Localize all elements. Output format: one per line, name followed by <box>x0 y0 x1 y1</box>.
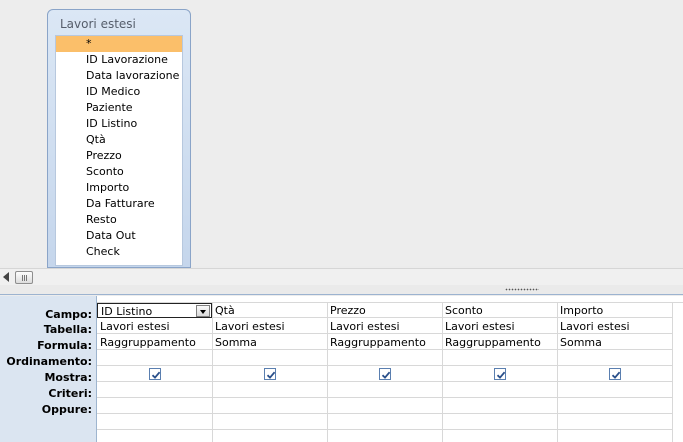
field-item[interactable]: Qtà <box>56 132 182 148</box>
cell-mostra[interactable] <box>97 367 212 382</box>
cell-criteri[interactable] <box>442 383 557 398</box>
cell-ordinamento[interactable] <box>97 351 212 366</box>
cell-ordinamento[interactable] <box>327 351 442 366</box>
row-label-oppure: Oppure: <box>41 403 92 416</box>
cell-ordinamento[interactable] <box>442 351 557 366</box>
cell-extra1[interactable] <box>212 415 327 430</box>
splitter-grip-icon[interactable] <box>505 288 539 291</box>
cell-extra1[interactable] <box>442 415 557 430</box>
field-item[interactable]: Sconto <box>56 164 182 180</box>
field-list[interactable]: * ID Lavorazione Data lavorazione ID Medico… <box>55 35 183 266</box>
cell-tabella[interactable]: Lavori estesi <box>212 319 327 334</box>
cell-oppure[interactable] <box>97 399 212 414</box>
field-item[interactable]: Da Fatturare <box>56 196 182 212</box>
horizontal-scrollbar[interactable] <box>0 268 683 285</box>
pane-splitter[interactable] <box>0 285 683 295</box>
table-field-list-window[interactable]: Lavori estesi * ID Lavorazione Data lavora… <box>47 9 191 268</box>
cell-formula[interactable]: Raggruppamento <box>327 335 442 350</box>
cell-formula[interactable]: Somma <box>212 335 327 350</box>
cell-tabella[interactable]: Lavori estesi <box>327 319 442 334</box>
field-item[interactable]: Data Out <box>56 228 182 244</box>
show-checkbox[interactable] <box>264 368 276 380</box>
cell-campo[interactable]: Importo <box>557 303 672 318</box>
show-checkbox[interactable] <box>494 368 506 380</box>
cell-oppure[interactable] <box>327 399 442 414</box>
cell-mostra[interactable] <box>327 367 442 382</box>
cell-criteri[interactable] <box>212 383 327 398</box>
cell-tabella[interactable]: Lavori estesi <box>97 319 212 334</box>
row-label-formula: Formula: <box>37 339 92 352</box>
cell-criteri[interactable] <box>557 383 672 398</box>
scroll-left-arrow-icon[interactable] <box>3 272 9 282</box>
grid-columns: ID Listino Lavori estesi Raggruppamento Qtà… <box>97 296 683 442</box>
cell-extra1[interactable] <box>557 415 672 430</box>
row-label-criteri: Criteri: <box>48 387 92 400</box>
cell-formula[interactable]: Raggruppamento <box>97 335 212 350</box>
field-item[interactable]: ID Listino <box>56 116 182 132</box>
cell-tabella[interactable]: Lavori estesi <box>557 319 672 334</box>
field-item[interactable]: Data lavorazione <box>56 68 182 84</box>
show-checkbox[interactable] <box>149 368 161 380</box>
field-item[interactable]: Paziente <box>56 100 182 116</box>
grid-column: Qtà Lavori estesi Somma <box>212 303 328 442</box>
field-item[interactable]: Importo <box>56 180 182 196</box>
cell-extra2[interactable] <box>442 431 557 442</box>
cell-criteri[interactable] <box>327 383 442 398</box>
row-headers: Campo: Tabella: Formula: Ordinamento: Mo… <box>0 296 97 442</box>
cell-extra2[interactable] <box>327 431 442 442</box>
field-item[interactable]: ID Lavorazione <box>56 52 182 68</box>
show-checkbox[interactable] <box>609 368 621 380</box>
cell-oppure[interactable] <box>557 399 672 414</box>
row-label-ordinamento: Ordinamento: <box>6 355 92 368</box>
cell-ordinamento[interactable] <box>557 351 672 366</box>
cell-mostra[interactable] <box>212 367 327 382</box>
cell-campo[interactable]: Qtà <box>212 303 327 318</box>
field-item[interactable]: Check <box>56 244 182 260</box>
cell-mostra[interactable] <box>557 367 672 382</box>
cell-extra2[interactable] <box>97 431 212 442</box>
show-checkbox[interactable] <box>379 368 391 380</box>
cell-extra1[interactable] <box>327 415 442 430</box>
grid-column: ID Listino Lavori estesi Raggruppamento <box>97 303 213 442</box>
field-item[interactable]: Prezzo <box>56 148 182 164</box>
cell-tabella[interactable]: Lavori estesi <box>442 319 557 334</box>
field-all-asterisk[interactable]: * <box>56 36 182 52</box>
query-design-pane[interactable]: Lavori estesi * ID Lavorazione Data lavora… <box>0 0 683 268</box>
cell-oppure[interactable] <box>212 399 327 414</box>
cell-campo[interactable]: ID Listino <box>97 303 212 318</box>
row-label-mostra: Mostra: <box>44 371 92 384</box>
cell-extra2[interactable] <box>557 431 672 442</box>
query-design-grid[interactable]: Campo: Tabella: Formula: Ordinamento: Mo… <box>0 296 683 442</box>
row-label-tabella: Tabella: <box>43 323 92 336</box>
cell-extra2[interactable] <box>212 431 327 442</box>
field-item[interactable]: Resto <box>56 212 182 228</box>
cell-oppure[interactable] <box>442 399 557 414</box>
cell-criteri[interactable] <box>97 383 212 398</box>
cell-formula[interactable]: Raggruppamento <box>442 335 557 350</box>
chevron-down-icon[interactable] <box>196 305 210 317</box>
scrollbar-thumb[interactable] <box>15 271 33 284</box>
table-title: Lavori estesi <box>60 17 136 31</box>
cell-campo[interactable]: Prezzo <box>327 303 442 318</box>
cell-ordinamento[interactable] <box>212 351 327 366</box>
row-label-campo: Campo: <box>45 308 92 321</box>
field-item[interactable]: ID Medico <box>56 84 182 100</box>
cell-extra1[interactable] <box>97 415 212 430</box>
grid-column: Prezzo Lavori estesi Raggruppamento <box>327 303 443 442</box>
grid-column: Importo Lavori estesi Somma <box>557 303 673 442</box>
cell-campo[interactable]: Sconto <box>442 303 557 318</box>
cell-formula[interactable]: Somma <box>557 335 672 350</box>
cell-mostra[interactable] <box>442 367 557 382</box>
grid-column: Sconto Lavori estesi Raggruppamento <box>442 303 558 442</box>
